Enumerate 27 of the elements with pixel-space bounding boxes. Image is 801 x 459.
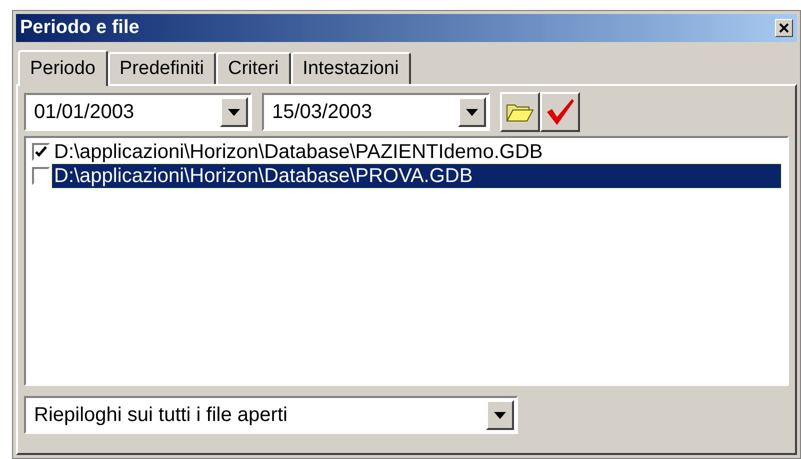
dropdown-button[interactable] bbox=[486, 400, 514, 430]
close-button[interactable] bbox=[775, 19, 793, 37]
tab[interactable]: Criteri bbox=[216, 52, 291, 84]
dropdown-field[interactable]: 01/01/2003 bbox=[24, 93, 252, 131]
checkbox[interactable] bbox=[32, 167, 50, 185]
file-path[interactable]: D:\applicazioni\Horizon\Database\PAZIENTIdemo.GDB bbox=[52, 140, 781, 164]
dropdown-field[interactable]: Riepiloghi sui tutti i file aperti bbox=[24, 396, 518, 434]
tab[interactable]: Predefiniti bbox=[108, 52, 216, 84]
close-icon bbox=[779, 23, 789, 33]
folder-icon bbox=[506, 102, 534, 122]
window-title: Periodo e file bbox=[20, 16, 140, 40]
dropdown-value: 15/03/2003 bbox=[272, 100, 372, 125]
caret-icon bbox=[228, 108, 240, 116]
check-icon bbox=[35, 146, 47, 158]
tab[interactable]: Intestazioni bbox=[290, 52, 411, 84]
open-folder-button[interactable] bbox=[500, 92, 540, 132]
file-path[interactable]: D:\applicazioni\Horizon\Database\PROVA.GDB bbox=[52, 164, 781, 188]
dropdown-button[interactable] bbox=[220, 97, 248, 127]
caret-icon bbox=[466, 108, 478, 116]
dropdown-button[interactable] bbox=[458, 97, 486, 127]
confirm-button[interactable] bbox=[540, 92, 580, 132]
checkmark-icon bbox=[545, 98, 575, 126]
dropdown-value: 01/01/2003 bbox=[34, 100, 134, 125]
dropdown-field[interactable]: 15/03/2003 bbox=[262, 93, 490, 131]
caret-icon bbox=[494, 412, 506, 418]
tab[interactable]: Periodo bbox=[18, 50, 108, 86]
dropdown-value: Riepiloghi sui tutti i file aperti bbox=[34, 403, 288, 428]
